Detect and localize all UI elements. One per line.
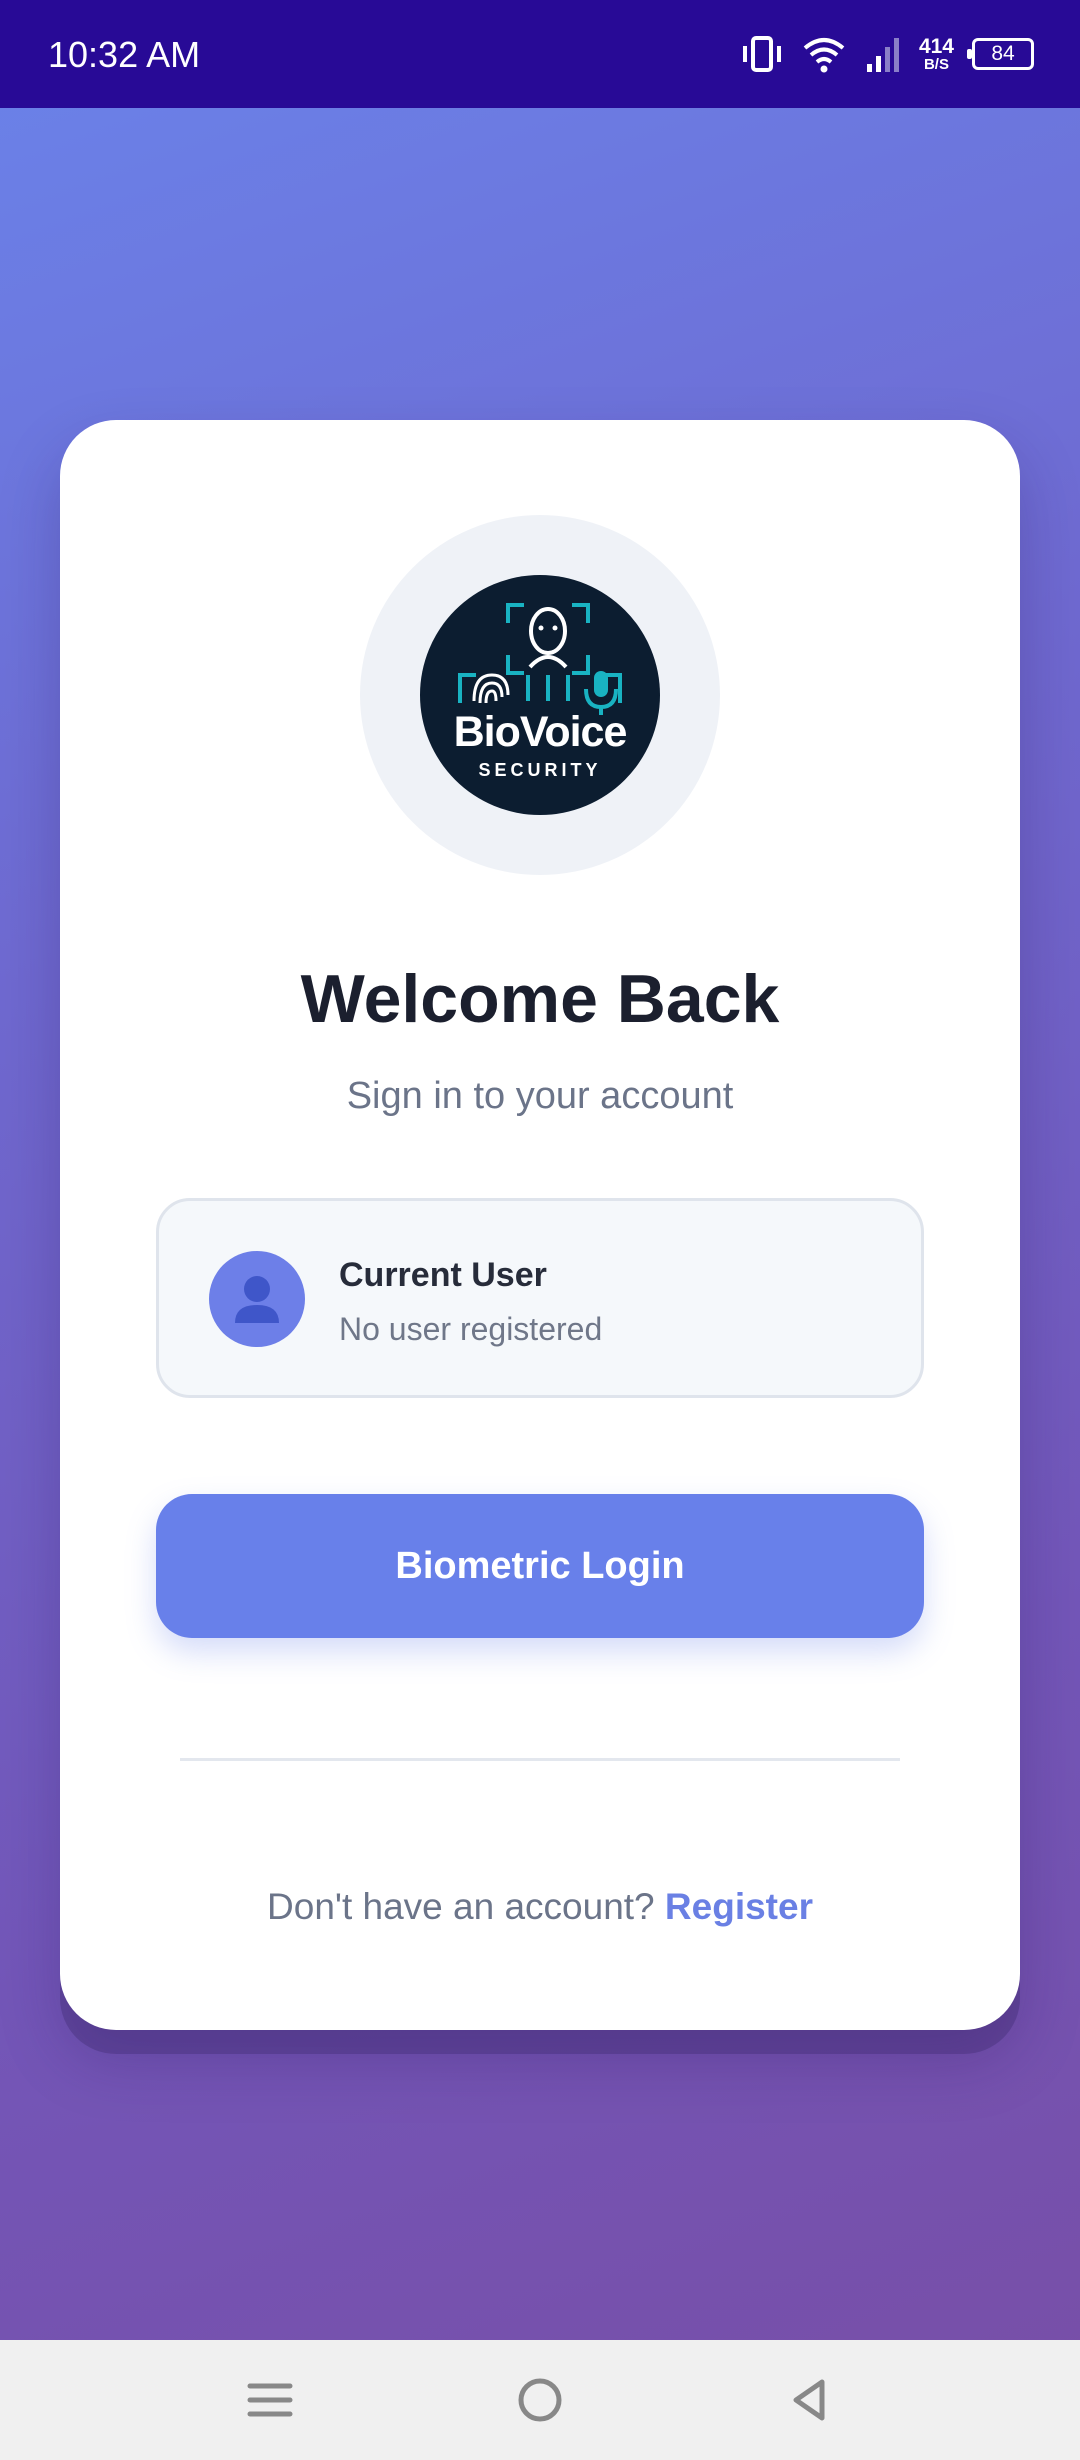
divider — [180, 1758, 900, 1761]
page-title: Welcome Back — [300, 961, 780, 1037]
current-user-status: No user registered — [339, 1311, 603, 1347]
user-icon — [235, 1276, 279, 1323]
avatar — [209, 1251, 305, 1347]
logo-subtitle: SECURITY — [478, 760, 602, 780]
current-user-card: Current User No user registered — [156, 1198, 924, 1398]
battery-level: 84 — [991, 42, 1015, 65]
wifi-icon — [803, 38, 845, 73]
face-icon — [506, 603, 590, 675]
page-subtitle: Sign in to your account — [346, 1075, 734, 1117]
back-icon[interactable] — [780, 2370, 840, 2430]
signal-icon — [866, 38, 899, 72]
home-icon[interactable] — [510, 2370, 570, 2430]
net-speed-value: 414 — [918, 35, 954, 58]
menu-icon[interactable] — [240, 2370, 300, 2430]
status-bar: 10:32 AM 414 B/S 84 — [0, 0, 1080, 108]
logo-name: BioVoice — [453, 708, 628, 756]
logo-halo: BioVoice SECURITY — [360, 515, 720, 875]
net-speed-unit: B/S — [923, 56, 949, 73]
register-prompt: Don't have an account? — [267, 1886, 655, 1927]
status-time: 10:32 AM — [48, 34, 201, 75]
navigation-bar — [0, 2340, 1080, 2460]
net-speed: 414 B/S — [919, 36, 954, 72]
app-logo: BioVoice SECURITY — [420, 575, 660, 815]
current-user-title: Current User — [339, 1256, 547, 1294]
fingerprint-icon — [472, 673, 510, 704]
battery-icon: 84 — [967, 38, 1034, 70]
register-link[interactable]: Register — [665, 1886, 813, 1927]
login-card: BioVoice SECURITY Welcome Back Sign in t… — [60, 420, 1020, 2030]
register-prompt-line: Don't have an account? Register — [60, 1886, 1020, 1928]
vibrate-icon — [742, 36, 781, 72]
biometric-login-button[interactable]: Biometric Login — [156, 1494, 924, 1638]
status-icons: 414 B/S 84 — [741, 30, 1034, 78]
